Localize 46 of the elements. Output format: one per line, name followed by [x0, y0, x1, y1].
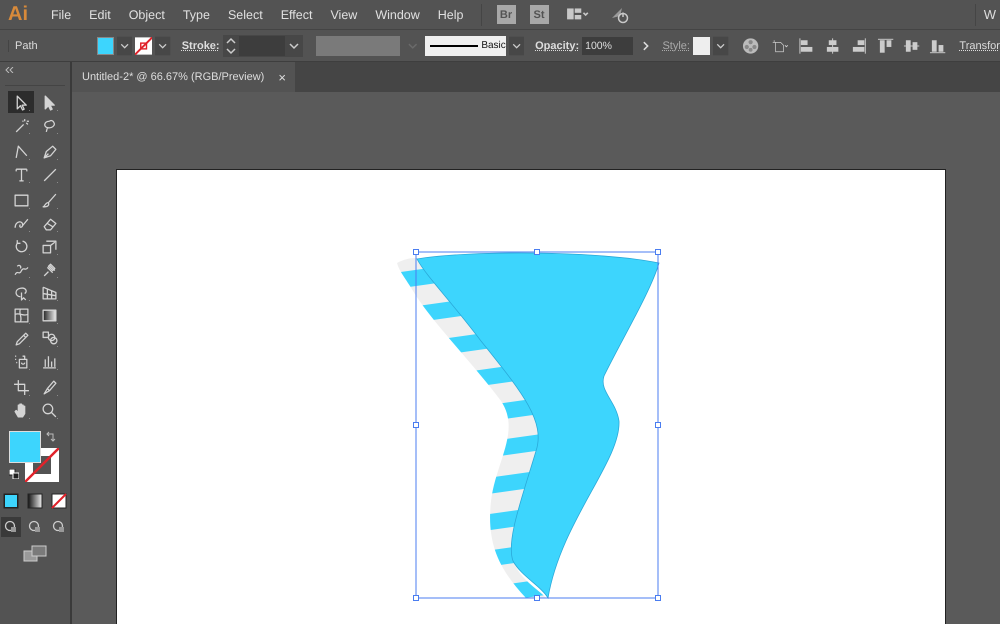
dropdown-icon[interactable] — [116, 36, 132, 56]
app-launch-button[interactable]: Br — [496, 5, 516, 24]
dropdown-icon[interactable] — [713, 36, 729, 56]
brush-definition-field[interactable]: Basic — [425, 36, 506, 56]
menu-item[interactable]: Help — [428, 8, 472, 22]
none-mode-icon[interactable] — [49, 491, 69, 511]
menu-item[interactable]: Object — [120, 8, 174, 22]
graphic-style-swatch[interactable] — [692, 36, 710, 54]
app-launch-button[interactable]: St — [530, 5, 548, 24]
variable-width-profile-field[interactable] — [316, 36, 400, 56]
menu-item[interactable]: View — [321, 8, 366, 22]
menu-item[interactable]: File — [42, 8, 80, 22]
dropdown-icon[interactable] — [508, 36, 524, 56]
close-tab-button[interactable]: × — [278, 70, 286, 84]
selection-label: Path — [8, 40, 94, 52]
screen-mode-icon[interactable] — [23, 545, 47, 563]
align-icon[interactable] — [876, 36, 894, 54]
default-colors-icon[interactable] — [9, 469, 19, 479]
app-logo: Ai — [7, 3, 29, 26]
menu-item[interactable]: Select — [218, 8, 272, 22]
align-icon[interactable] — [850, 36, 868, 54]
menu-item[interactable]: Edit — [80, 8, 120, 22]
style-label: Style: — [662, 40, 690, 52]
stroke-label: Stroke: — [182, 40, 220, 52]
arrow-pointer-icon[interactable] — [8, 91, 34, 113]
stepper-arrows-icon[interactable] — [224, 36, 237, 56]
menu-item[interactable]: Effect — [272, 8, 322, 22]
gradient-mode-icon[interactable] — [25, 491, 45, 511]
menu-item[interactable]: Window — [366, 8, 429, 22]
opacity-label: Opacity: — [535, 40, 580, 52]
transform-link[interactable]: Transfor — [959, 40, 1000, 52]
swap-arrows-icon[interactable] — [45, 431, 57, 443]
align-icon[interactable] — [824, 36, 842, 54]
draw-mode-icon[interactable] — [1, 517, 21, 537]
opacity-field[interactable]: 100% — [582, 36, 633, 54]
workspace-label[interactable]: W — [984, 7, 1000, 22]
align-icon[interactable] — [798, 36, 816, 54]
menu-item[interactable]: Type — [174, 8, 219, 22]
fill-swatch[interactable] — [96, 36, 114, 54]
stroke-none-swatch[interactable] — [135, 36, 152, 54]
fill-color-swatch[interactable] — [9, 431, 41, 463]
color-mode-icon[interactable] — [1, 491, 21, 511]
collapse-icon[interactable] — [5, 67, 15, 73]
dropdown-icon[interactable] — [155, 36, 171, 56]
document-tab[interactable]: Untitled-2* @ 66.67% (RGB/Preview) × — [72, 62, 295, 92]
recolor-wheel-icon[interactable] — [742, 36, 759, 54]
